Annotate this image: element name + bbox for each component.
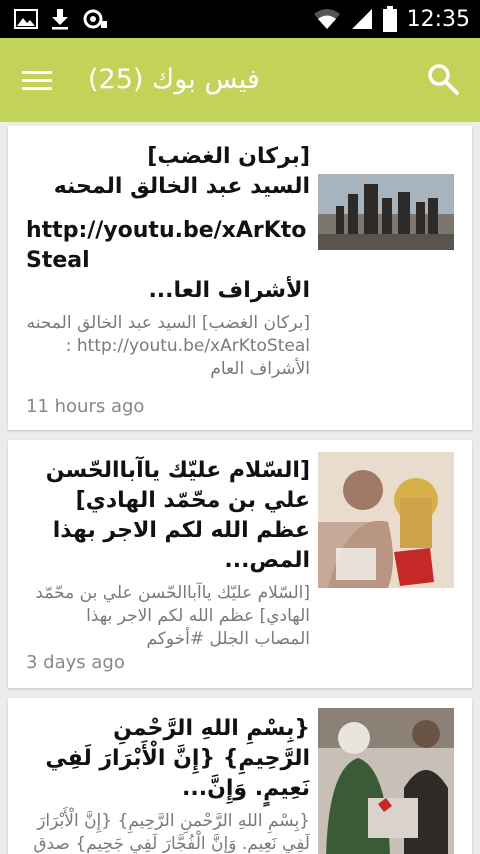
search-icon: [428, 64, 459, 95]
page-title: فيس بوك (25): [88, 64, 260, 95]
menu-icon-bar: [22, 87, 52, 90]
app-bar: فيس بوك (25): [0, 38, 480, 122]
post-timestamp: 11 hours ago: [26, 396, 145, 417]
notification-icons: [14, 8, 108, 30]
post-card[interactable]: {بِسْمِ اللهِ الرَّحْمنِ الرَّحِيمِ} {إِ…: [8, 698, 472, 854]
post-title-line: الأشراف العا...: [148, 278, 310, 303]
clock: 12:35: [406, 6, 470, 32]
search-button[interactable]: [426, 62, 460, 98]
post-content: {بِسْمِ اللهِ الرَّحْمنِ الرَّحِيمِ} {إِ…: [26, 714, 310, 854]
post-feed: [بركان الغضب] السيد عبد الخالق المحنه ht…: [0, 122, 480, 854]
menu-button[interactable]: [22, 66, 62, 96]
battery-icon: [382, 6, 397, 32]
post-excerpt: [بركان الغضب] السيد عبد الخالق المحنه ht…: [26, 313, 310, 379]
post-content: [السّلام عليّك ياآباالحّسن علي بن محّمّد…: [26, 456, 310, 651]
post-thumbnail: [318, 452, 454, 588]
post-thumbnail: [318, 174, 454, 250]
post-content: [بركان الغضب] السيد عبد الخالق المحنه ht…: [26, 142, 310, 381]
post-link[interactable]: http://youtu.be/xArKtoSteal: [26, 216, 310, 276]
menu-icon-bar: [22, 79, 52, 82]
post-card[interactable]: [السّلام عليّك ياآباالحّسن علي بن محّمّد…: [8, 440, 472, 688]
post-title: [السّلام عليّك ياآباالحّسن علي بن محّمّد…: [45, 458, 310, 573]
sync-icon: [83, 9, 107, 29]
wifi-icon: [313, 9, 340, 29]
post-title-line: [بركان الغضب]: [147, 144, 310, 169]
post-thumbnail: [318, 708, 454, 854]
post-title: [بركان الغضب] السيد عبد الخالق المحنه ht…: [26, 142, 310, 306]
image-icon: [14, 9, 38, 29]
signal-icon: [351, 9, 372, 29]
post-card[interactable]: [بركان الغضب] السيد عبد الخالق المحنه ht…: [8, 126, 472, 430]
post-excerpt: {بِسْمِ اللهِ الرَّحْمنِ الرَّحِيمِ} {إِ…: [33, 811, 310, 854]
post-timestamp: 3 days ago: [26, 652, 125, 673]
menu-icon: [22, 71, 52, 74]
post-title-line: السيد عبد الخالق المحنه: [53, 174, 310, 199]
post-excerpt: [السّلام عليّك ياآباالحّسن علي بن محّمّد…: [35, 583, 310, 649]
status-bar: 12:35: [0, 0, 480, 38]
download-icon: [52, 9, 68, 30]
post-title: {بِسْمِ اللهِ الرَّحْمنِ الرَّحِيمِ} {إِ…: [45, 716, 310, 801]
